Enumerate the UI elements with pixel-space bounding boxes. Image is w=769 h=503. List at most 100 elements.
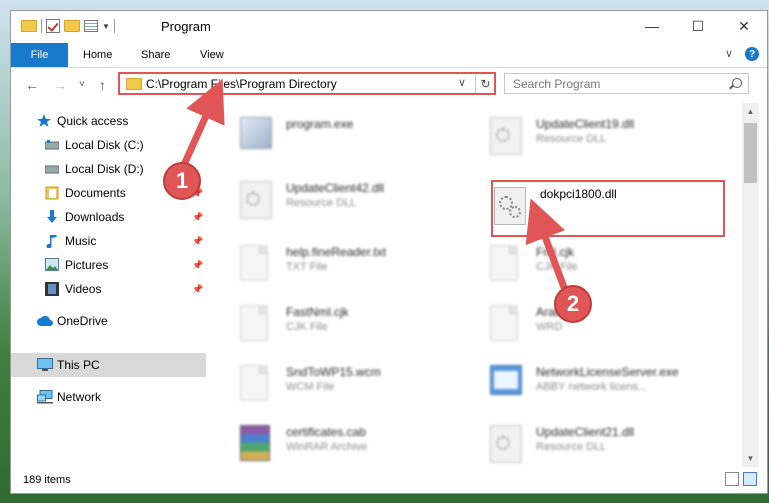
- documents-icon: [45, 186, 59, 200]
- file-type: WCM File: [286, 381, 335, 393]
- file-item[interactable]: help.fineReader.txt TXT File: [236, 239, 476, 295]
- new-folder-icon[interactable]: [64, 20, 80, 32]
- address-path[interactable]: C:\Program Files\Program Directory: [146, 77, 337, 91]
- sidebar-item-label: OneDrive: [57, 314, 108, 328]
- file-name: UpdateClient42.dll: [286, 181, 385, 195]
- pin-icon[interactable]: 📌: [192, 284, 203, 295]
- chevron-down-icon[interactable]: ▼: [102, 22, 110, 31]
- expand-ribbon-icon[interactable]: ∨: [725, 47, 733, 61]
- file-type: Resource DLL: [536, 133, 607, 145]
- item-count: 189 items: [23, 474, 71, 486]
- file-type: Resource DLL: [536, 441, 607, 453]
- minimize-button[interactable]: —: [629, 11, 675, 41]
- title-bar: ▼ Program — ☐ ✕: [11, 11, 767, 43]
- file-item[interactable]: program.exe: [236, 111, 476, 167]
- cloud-icon: [37, 316, 53, 326]
- music-icon: [46, 235, 57, 248]
- toolbar-divider: [113, 19, 115, 33]
- tab-view[interactable]: View: [200, 43, 224, 67]
- file-item[interactable]: Fml.cjk CJK File: [486, 239, 726, 295]
- drive-icon: [45, 140, 59, 150]
- tiles-view-icon[interactable]: [743, 472, 757, 486]
- window-controls: — ☐ ✕: [629, 11, 767, 41]
- window-title: Program: [161, 19, 211, 34]
- sidebar-item-local-disk-c[interactable]: Local Disk (C:): [11, 133, 206, 157]
- chevron-down-icon[interactable]: ∨: [458, 76, 466, 89]
- close-button[interactable]: ✕: [721, 11, 767, 41]
- view-toggle: [725, 472, 757, 486]
- callout-2: 2: [554, 285, 592, 323]
- sidebar-item-music[interactable]: Music 📌: [11, 229, 206, 253]
- scroll-up-icon[interactable]: ▲: [742, 103, 759, 120]
- file-name: SndToWP15.wcm: [286, 365, 381, 379]
- archive-icon: [240, 425, 270, 461]
- navigation-pane: Quick access Local Disk (C:) Local Disk …: [11, 103, 206, 467]
- search-icon[interactable]: [732, 78, 742, 88]
- sidebar-item-network[interactable]: Network: [11, 385, 206, 409]
- pin-icon[interactable]: 📌: [192, 260, 203, 271]
- file-name: FastNml.cjk: [286, 305, 349, 319]
- sidebar-item-label: Videos: [65, 282, 102, 296]
- tab-share[interactable]: Share: [141, 43, 170, 67]
- sidebar-item-onedrive[interactable]: OneDrive: [11, 309, 206, 333]
- customize-icon[interactable]: [84, 20, 98, 32]
- status-bar: 189 items: [11, 467, 767, 493]
- file-item[interactable]: FastNml.cjk CJK File: [236, 299, 476, 355]
- file-item[interactable]: UpdateClient19.dll Resource DLL: [486, 111, 726, 167]
- sidebar-item-pictures[interactable]: Pictures 📌: [11, 253, 206, 277]
- file-icon: [490, 305, 518, 341]
- callout-1: 1: [163, 162, 201, 200]
- recent-locations-button[interactable]: ˅: [79, 79, 85, 90]
- up-button[interactable]: ↑: [99, 77, 106, 93]
- file-item[interactable]: UpdateClient42.dll Resource DLL: [236, 175, 476, 231]
- file-type: CJK File: [536, 261, 578, 273]
- file-type: CJK File: [286, 321, 328, 333]
- file-icon: [240, 365, 268, 401]
- sidebar-item-downloads[interactable]: Downloads 📌: [11, 205, 206, 229]
- dll-icon: [490, 425, 522, 463]
- sidebar-item-videos[interactable]: Videos 📌: [11, 277, 206, 301]
- file-item[interactable]: SndToWP15.wcm WCM File: [236, 359, 476, 415]
- scroll-down-icon[interactable]: ▼: [742, 450, 759, 467]
- file-name: UpdateClient21.dll: [536, 425, 635, 439]
- file-item[interactable]: certificates.cab WinRAR Archive: [236, 419, 476, 467]
- search-input[interactable]: Search Program: [513, 77, 600, 91]
- tab-home[interactable]: Home: [83, 43, 112, 67]
- star-icon: [37, 114, 51, 127]
- file-name: NetworkLicenseServer.exe: [536, 365, 679, 379]
- navigation-bar: ← → ˅ ↑ C:\Program Files\Program Directo…: [11, 69, 767, 101]
- address-bar[interactable]: C:\Program Files\Program Directory ∨ ↻: [118, 72, 496, 95]
- refresh-button[interactable]: ↻: [475, 74, 495, 93]
- file-item[interactable]: Arabic WRD: [486, 299, 726, 355]
- text-file-icon: [240, 245, 268, 281]
- properties-check-icon[interactable]: [46, 19, 60, 33]
- sidebar-item-this-pc[interactable]: This PC: [11, 353, 206, 377]
- network-icon: [37, 390, 53, 404]
- download-icon: [47, 210, 57, 223]
- program-icon: [240, 117, 272, 149]
- file-icon: [240, 305, 268, 341]
- toolbar-divider: [41, 19, 42, 33]
- tab-file[interactable]: File: [11, 43, 68, 67]
- file-name: program.exe: [286, 117, 354, 131]
- forward-button[interactable]: →: [53, 77, 67, 93]
- pictures-icon: [45, 258, 59, 271]
- file-type: WinRAR Archive: [286, 441, 368, 453]
- pin-icon[interactable]: 📌: [192, 212, 203, 223]
- pin-icon[interactable]: 📌: [192, 236, 203, 247]
- search-box[interactable]: Search Program: [504, 73, 749, 94]
- back-button[interactable]: ←: [25, 77, 39, 93]
- details-view-icon[interactable]: [725, 472, 739, 486]
- file-item[interactable]: NetworkLicenseServer.exe ABBY network li…: [486, 359, 726, 415]
- scrollbar-thumb[interactable]: [744, 123, 757, 183]
- sidebar-item-quick-access[interactable]: Quick access: [11, 109, 206, 133]
- sidebar-item-label: Pictures: [65, 258, 109, 272]
- file-list: program.exe UpdateClient19.dll Resource …: [208, 103, 742, 467]
- exe-icon: [490, 365, 522, 395]
- file-type: WRD: [536, 321, 563, 333]
- help-icon[interactable]: ?: [745, 47, 759, 61]
- vertical-scrollbar[interactable]: ▲ ▼: [742, 103, 759, 467]
- file-name: certificates.cab: [286, 425, 367, 439]
- maximize-button[interactable]: ☐: [675, 11, 721, 41]
- file-item[interactable]: UpdateClient21.dll Resource DLL: [486, 419, 726, 467]
